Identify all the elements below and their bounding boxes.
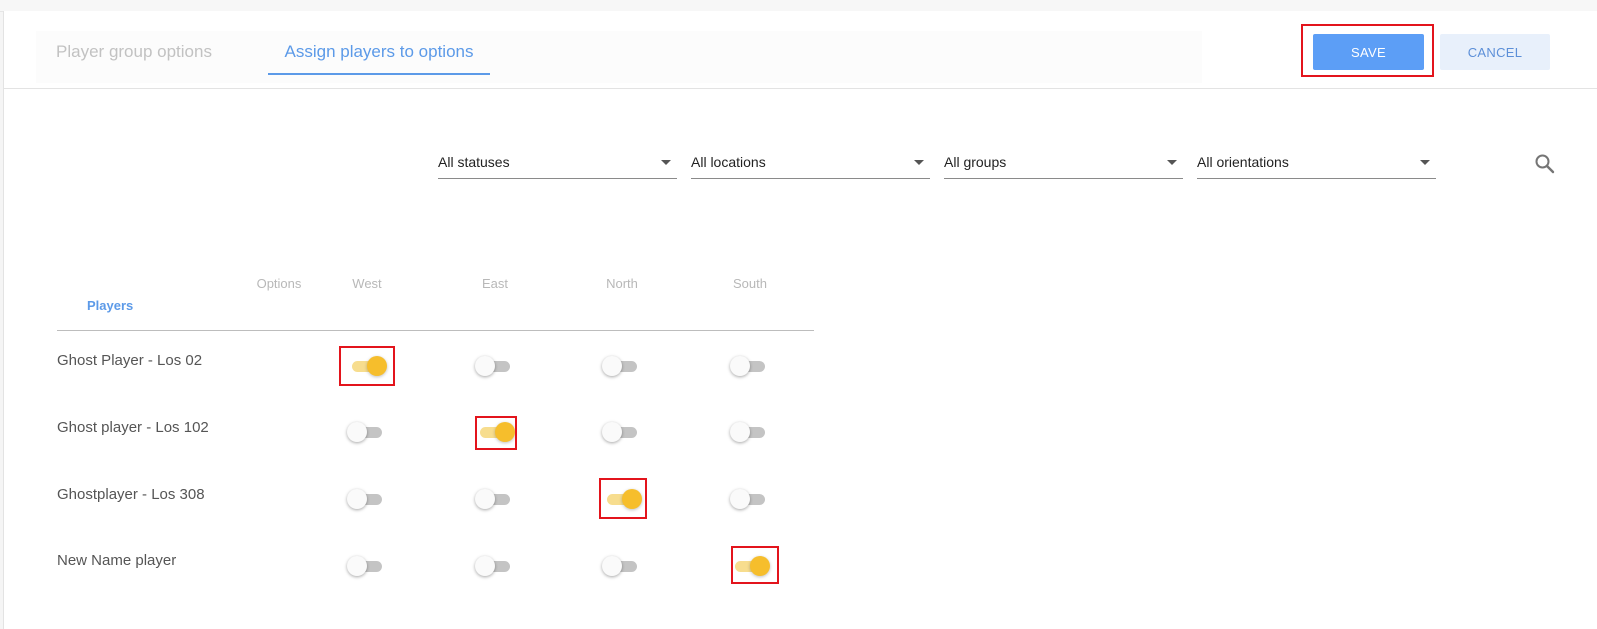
toggle-ghost-player-los-02-south[interactable] [730,354,770,378]
toggle-ghost-player-los-102-south[interactable] [730,420,770,444]
header-bar: Player group options Assign players to o… [4,11,1597,89]
toggle-ghostplayer-los-308-south[interactable] [730,487,770,511]
location-filter-value: All locations [691,154,766,170]
orientation-filter[interactable]: All orientations [1197,150,1436,179]
toggle-ghostplayer-los-308-east[interactable] [475,487,515,511]
tab-assign-players[interactable]: Assign players to options [268,31,490,83]
toggle-ghostplayer-los-308-west[interactable] [347,487,387,511]
column-header-west: West [352,276,382,291]
toggle-ghost-player-los-102-west[interactable] [347,420,387,444]
player-name: New Name player [57,552,177,569]
player-name: Ghost Player - Los 02 [57,352,203,369]
caret-down-icon [914,160,924,165]
save-button[interactable]: SAVE [1313,34,1424,70]
toggle-ghost-player-los-102-north[interactable] [602,420,642,444]
orientation-filter-value: All orientations [1197,154,1289,170]
tab-bar: Player group options Assign players to o… [36,31,1202,83]
toggle-ghost-player-los-02-north[interactable] [602,354,642,378]
toggle-new-name-player-west[interactable] [347,554,387,578]
column-header-north: North [606,276,638,291]
toggle-new-name-player-north[interactable] [602,554,642,578]
header-divider [57,330,814,331]
toggle-ghost-player-los-02-west[interactable] [347,354,387,378]
status-filter[interactable]: All statuses [438,150,677,179]
player-name: Ghost player - Los 102 [57,419,209,436]
caret-down-icon [661,160,671,165]
toggle-new-name-player-east[interactable] [475,554,515,578]
tab-player-group-options[interactable]: Player group options [36,31,232,83]
cancel-button[interactable]: CANCEL [1440,34,1550,70]
assign-panel: Player group options Assign players to o… [3,11,1597,629]
toggle-ghost-player-los-02-east[interactable] [475,354,515,378]
caret-down-icon [1167,160,1177,165]
status-filter-value: All statuses [438,154,510,170]
caret-down-icon [1420,160,1430,165]
toggle-ghost-player-los-102-east[interactable] [475,420,515,444]
search-icon[interactable] [1534,153,1556,175]
group-filter-value: All groups [944,154,1007,170]
group-filter[interactable]: All groups [944,150,1183,179]
player-name: Ghostplayer - Los 308 [57,486,205,503]
toggle-ghostplayer-los-308-north[interactable] [602,487,642,511]
column-header-south: South [733,276,767,291]
toggle-new-name-player-south[interactable] [730,554,770,578]
column-header-east: East [481,276,508,291]
location-filter[interactable]: All locations [691,150,930,179]
options-header: Options [256,276,302,291]
players-header: Players [87,298,134,313]
